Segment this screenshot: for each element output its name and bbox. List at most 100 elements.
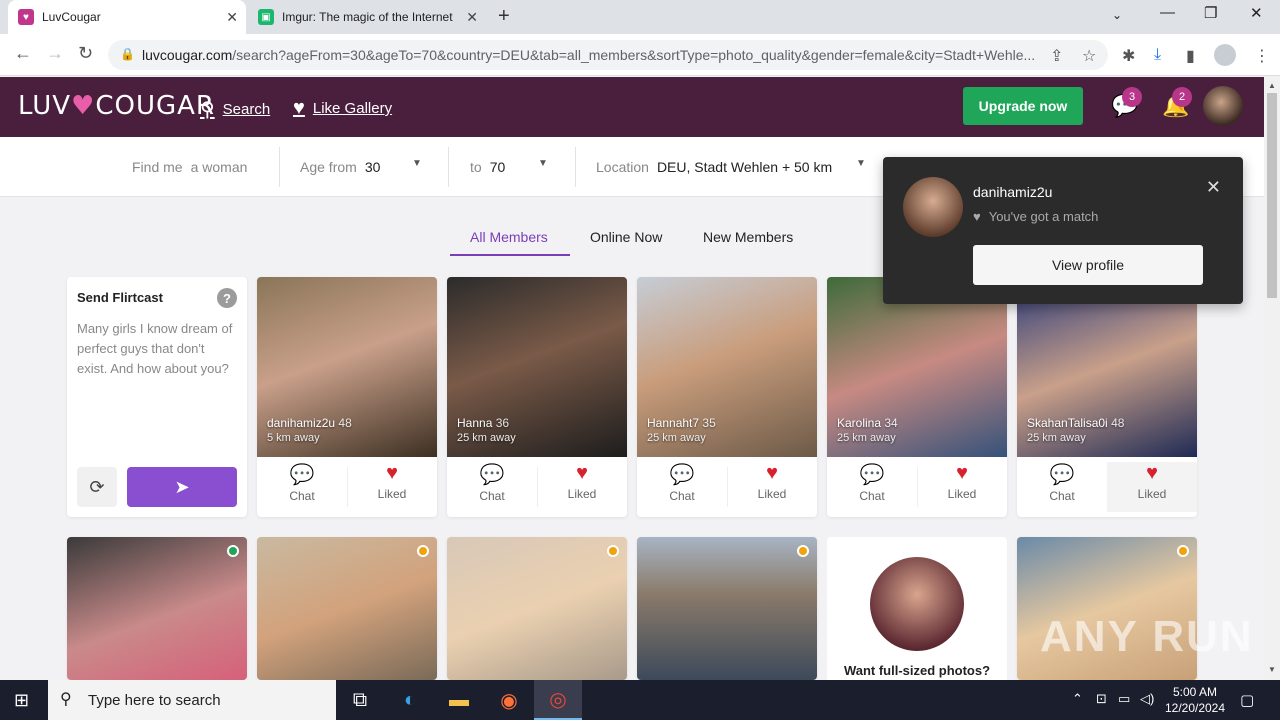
promo-avatar [870,557,964,651]
taskbar-clock[interactable]: 5:00 AM 12/20/2024 [1160,684,1230,716]
user-avatar[interactable] [1203,86,1243,126]
divider [575,147,576,187]
member-card[interactable] [637,537,817,680]
member-card[interactable]: Hanna 36 25 km away 💬 Chat ♥ Liked [447,277,627,517]
forward-icon[interactable]: → [46,43,64,64]
tray-chevron-icon[interactable]: ⌃ [1072,691,1083,707]
clock-time: 5:00 AM [1172,685,1218,699]
tab-luvcougar[interactable]: ♥ LuvCougar ✕ [8,0,246,34]
tab-imgur[interactable]: ▣ Imgur: The magic of the Internet ✕ [248,0,486,34]
chevron-down-icon[interactable]: ▼ [412,158,422,169]
page-scrollbar[interactable]: ▲ ▼ [1264,77,1280,680]
member-photo[interactable] [1017,277,1197,457]
browser-profile-icon[interactable] [1214,44,1236,66]
file-explorer-icon[interactable]: ▬ [435,680,483,720]
heart-icon: ♥ [956,462,968,484]
windows-start-icon[interactable]: ⊞ [14,690,29,711]
minimize-icon[interactable]: — [1160,4,1175,21]
taskbar-search-box[interactable]: ⚲ Type here to search [48,680,336,720]
volume-icon[interactable]: ◁) [1140,691,1154,707]
tab-search-icon[interactable]: ⌄ [1112,8,1122,22]
bookmark-star-icon[interactable]: ☆ [1082,46,1096,66]
chevron-down-icon[interactable]: ▼ [856,158,866,169]
like-button[interactable]: ♥ Liked [1107,462,1197,512]
like-gallery-label: Like Gallery [312,100,393,117]
member-photo[interactable] [827,277,1007,457]
member-card[interactable] [447,537,627,680]
search-link[interactable]: ⚲ Search [200,97,270,122]
like-button[interactable]: ♥ Liked [727,462,817,512]
network-icon[interactable]: ⊡ [1096,691,1107,707]
edge-icon[interactable]: ◐ [386,680,434,720]
scroll-up-icon[interactable]: ▲ [1268,81,1276,90]
new-tab-icon[interactable]: + [498,5,510,28]
side-panel-icon[interactable]: ▮ [1186,46,1195,66]
age-from-select[interactable]: Age from 30 [300,159,380,175]
chevron-down-icon[interactable]: ▼ [538,158,548,169]
view-profile-button[interactable]: View profile [973,245,1203,285]
upgrade-button[interactable]: Upgrade now [963,87,1083,125]
close-tab-icon[interactable]: ✕ [466,9,478,26]
tab-all-members[interactable]: All Members [470,229,548,245]
member-card[interactable] [257,537,437,680]
share-icon[interactable]: ⇪ [1050,46,1063,66]
search-link-label: Search [222,101,271,118]
member-photo[interactable] [637,277,817,457]
member-photo[interactable] [67,537,247,680]
back-icon[interactable]: ← [14,43,32,64]
member-photo[interactable] [447,277,627,457]
member-card[interactable] [67,537,247,680]
close-window-icon[interactable]: ✕ [1250,4,1263,22]
member-photo[interactable] [447,537,627,680]
send-flirtcast-button[interactable]: ➤ [127,467,237,507]
refresh-message-button[interactable]: ⟳ [77,467,117,507]
find-me-filter[interactable]: Find me a woman [132,159,247,175]
chat-button[interactable]: 💬 Chat [827,462,917,512]
extensions-icon[interactable]: ✱ [1122,46,1135,66]
member-username: danihamiz2u [267,416,336,430]
like-button[interactable]: ♥ Liked [537,462,627,512]
match-username: danihamiz2u [973,184,1053,200]
chrome-icon[interactable]: ◎ [534,680,582,720]
age-to-select[interactable]: to 70 [470,159,505,175]
chat-label: Chat [1049,489,1075,503]
flirtcast-message: Many girls I know dream of perfect guys … [77,321,233,376]
member-photo[interactable] [257,537,437,680]
flirtcast-card: Send Flirtcast ? Many girls I know dream… [67,277,247,517]
browser-menu-icon[interactable]: ⋮ [1254,46,1270,66]
member-photo[interactable] [257,277,437,457]
scrollbar-thumb[interactable] [1267,93,1277,298]
chat-button[interactable]: 💬 Chat [1017,462,1107,512]
chat-button[interactable]: 💬 Chat [637,462,727,512]
url-field[interactable]: 🔒 luvcougar.com/search?ageFrom=30&ageTo=… [108,40,1108,70]
chat-button[interactable]: 💬 Chat [447,462,537,512]
tab-online-now[interactable]: Online Now [590,229,662,245]
scroll-down-icon[interactable]: ▼ [1268,665,1276,674]
match-hearts-icon: ♥ [973,209,981,224]
like-button[interactable]: ♥ Liked [917,462,1007,512]
ethernet-icon[interactable]: ▭ [1118,691,1130,707]
firefox-icon[interactable]: ◉ [485,680,533,720]
like-button[interactable]: ♥ Liked [347,462,437,512]
help-icon[interactable]: ? [217,288,237,308]
location-value: DEU, Stadt Wehlen + 50 km [656,159,833,175]
task-view-icon[interactable]: ⧉ [336,680,384,720]
site-logo[interactable]: LUV♥COUGAR [18,91,215,121]
reload-icon[interactable]: ↻ [78,43,93,64]
notification-center-icon[interactable]: ▢ [1240,691,1254,709]
member-card[interactable]: Hannaht7 35 25 km away 💬 Chat ♥ Liked [637,277,817,517]
match-avatar[interactable] [903,177,963,237]
full-size-photos-promo[interactable]: Want full-sized photos? [827,537,1007,687]
like-gallery-link[interactable]: ♥ Like Gallery [293,97,392,120]
tab-new-members[interactable]: New Members [703,229,793,245]
member-card[interactable]: danihamiz2u 48 5 km away 💬 Chat ♥ Liked [257,277,437,517]
download-icon[interactable]: ⤓ [1154,46,1161,64]
close-icon[interactable]: ✕ [1206,177,1221,198]
member-card[interactable]: Karolina 34 25 km away 💬 Chat ♥ Liked [827,277,1007,517]
maximize-icon[interactable]: ❐ [1204,4,1217,22]
close-tab-icon[interactable]: ✕ [226,9,238,26]
chat-button[interactable]: 💬 Chat [257,462,347,512]
location-select[interactable]: Location DEU, Stadt Wehlen + 50 km [596,159,832,175]
member-photo[interactable] [637,537,817,680]
member-card[interactable]: SkahanTalisa0i 48 25 km away 💬 Chat ♥ Like… [1017,277,1197,517]
